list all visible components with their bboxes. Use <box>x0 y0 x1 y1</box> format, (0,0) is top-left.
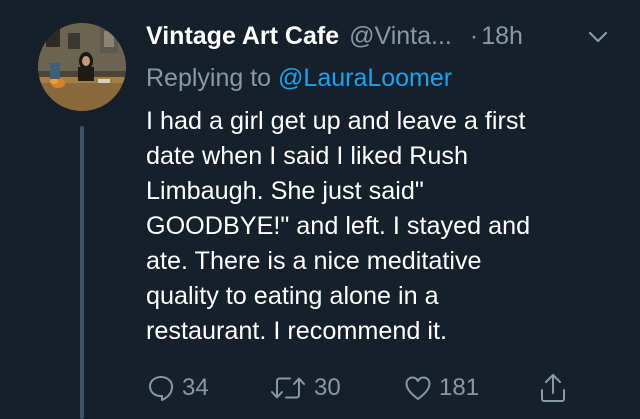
handle[interactable]: @Vinta... <box>349 22 452 51</box>
avatar-photo <box>38 23 126 111</box>
reply-count: 34 <box>182 374 209 401</box>
tweet-text-line: restaurant. I recommend it. <box>146 317 447 345</box>
retweet-count: 30 <box>314 374 341 401</box>
separator-dot: · <box>469 21 479 50</box>
retweet-button[interactable]: 30 <box>268 370 341 406</box>
tweet-content: Vintage Art Cafe @Vinta... · 18h Replyin… <box>146 14 616 349</box>
tweet[interactable]: Vintage Art Cafe @Vinta... · 18h Replyin… <box>0 0 640 419</box>
reply-mention-link[interactable]: @LauraLoomer <box>278 64 452 92</box>
display-name[interactable]: Vintage Art Cafe <box>146 22 339 51</box>
tweet-header: Vintage Art Cafe @Vinta... · 18h <box>146 14 616 58</box>
thread-line <box>80 126 84 419</box>
tweet-text-line: date when I said I liked Rush <box>146 142 469 170</box>
comment-icon <box>149 376 173 401</box>
tweet-text: I had a girl get up and leave a first da… <box>146 104 616 349</box>
like-button[interactable]: 181 <box>403 370 479 406</box>
reply-button[interactable]: 34 <box>146 370 209 406</box>
share-icon <box>541 374 565 402</box>
retweet-icon <box>271 377 305 399</box>
share-button[interactable] <box>538 370 568 406</box>
like-count: 181 <box>439 374 480 401</box>
tweet-text-line: GOODBYE!" and left. I stayed and <box>146 212 531 240</box>
chevron-down-icon[interactable] <box>586 26 610 48</box>
tweet-text-line: I had a girl get up and leave a first <box>146 107 526 135</box>
avatar[interactable] <box>38 23 126 111</box>
replying-to-label: Replying to <box>146 64 279 92</box>
heart-icon <box>405 376 431 400</box>
tweet-text-line: quality to eating alone in a <box>146 282 439 310</box>
tweet-text-line: Limbaugh. She just said" <box>146 177 424 205</box>
tweet-text-line: ate. There is a nice meditative <box>146 247 482 275</box>
replying-to: Replying to @LauraLoomer <box>146 58 616 98</box>
tweet-actions: 34 30 181 <box>146 370 616 406</box>
timestamp[interactable]: 18h <box>481 22 523 51</box>
